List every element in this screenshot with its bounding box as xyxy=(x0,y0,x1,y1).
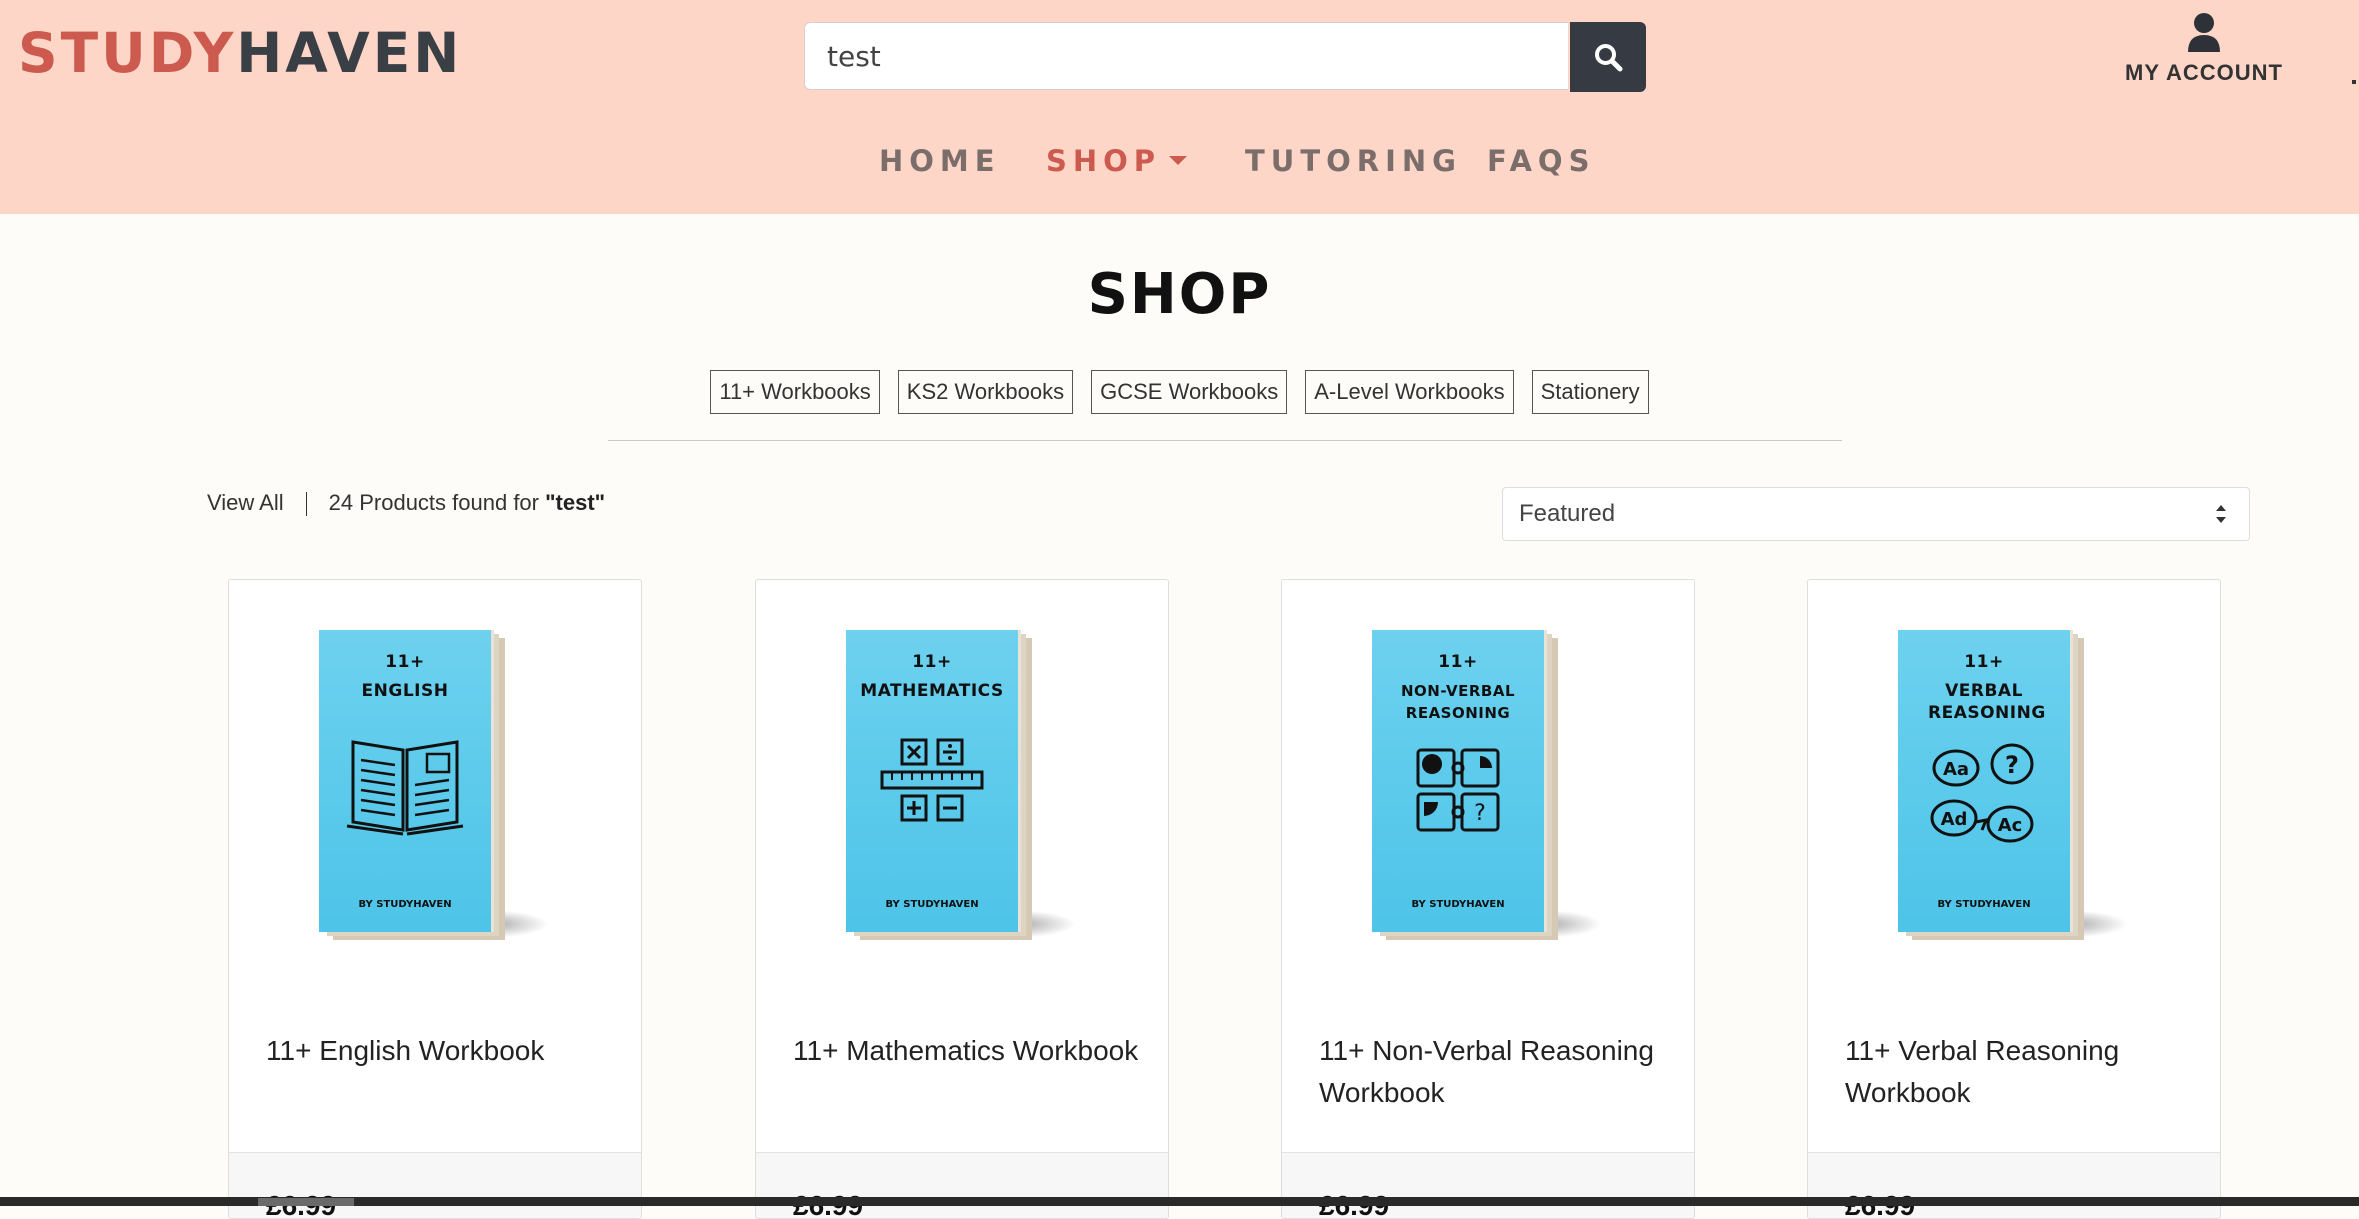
cover-by: BY STUDYHAVEN xyxy=(1411,899,1505,910)
logo-part-study: STUDY xyxy=(18,21,237,85)
cover-line2: MATHEMATICS xyxy=(860,681,1004,701)
svg-text:Ad: Ad xyxy=(1941,809,1968,830)
view-all-link[interactable]: View All xyxy=(207,490,284,515)
search-form xyxy=(804,22,1646,92)
product-image[interactable]: 11+ MATHEMATICS BY STUDYHAVEN xyxy=(756,630,1168,950)
book-cover: 11+ VERBAL REASONING Aa ? Ad Ac BY STUDY… xyxy=(1898,630,2070,932)
cover-line2: NON-VERBAL REASONING xyxy=(1401,682,1515,722)
svg-text:Ac: Ac xyxy=(1998,815,2023,836)
product-name[interactable]: 11+ English Workbook xyxy=(266,1030,616,1072)
nav-home[interactable]: HOME xyxy=(879,144,1001,178)
separator xyxy=(305,492,307,517)
category-filter-bar: 11+ Workbooks KS2 Workbooks GCSE Workboo… xyxy=(0,370,2359,414)
cover-by: BY STUDYHAVEN xyxy=(885,899,979,910)
category-gcse-workbooks[interactable]: GCSE Workbooks xyxy=(1091,370,1288,414)
svg-text:?: ? xyxy=(2005,751,2019,779)
math-symbols-icon xyxy=(880,738,984,822)
nav-shop[interactable]: SHOP xyxy=(1046,144,1188,178)
product-name[interactable]: 11+ Verbal Reasoning Workbook xyxy=(1845,1030,2195,1114)
results-query: "test" xyxy=(545,490,606,515)
product-card[interactable]: 11+ MATHEMATICS BY STUDYHAVEN 11+ Mathem… xyxy=(755,579,1169,1219)
category-ks2-workbooks[interactable]: KS2 Workbooks xyxy=(897,370,1074,414)
speech-bubbles-icon: Aa ? Ad Ac xyxy=(1930,743,2034,843)
book-cover: 11+ ENGLISH BY STUDYHAVEN xyxy=(319,630,491,932)
divider xyxy=(608,440,1842,441)
cut-off-icon xyxy=(2352,80,2356,84)
page-title: SHOP xyxy=(1087,262,1272,327)
product-image[interactable]: 11+ ENGLISH BY STUDYHAVEN xyxy=(229,630,641,950)
search-input[interactable] xyxy=(804,22,1568,90)
puzzle-pieces-icon: ? xyxy=(1416,748,1500,832)
search-button[interactable] xyxy=(1570,22,1646,92)
chevron-down-icon xyxy=(1169,155,1188,165)
product-card[interactable]: 11+ VERBAL REASONING Aa ? Ad Ac BY STUDY… xyxy=(1807,579,2221,1219)
cover-by: BY STUDYHAVEN xyxy=(1937,899,2031,910)
sort-select[interactable]: Featured xyxy=(1502,487,2250,541)
results-summary: View All 24 Products found for "test" xyxy=(207,490,606,517)
open-book-icon xyxy=(346,740,464,836)
nav-faqs[interactable]: FAQS xyxy=(1487,144,1595,178)
sort-selected-value: Featured xyxy=(1519,500,1616,527)
cover-line2: ENGLISH xyxy=(361,681,449,701)
product-name[interactable]: 11+ Mathematics Workbook xyxy=(793,1030,1143,1072)
product-image[interactable]: 11+ NON-VERBAL REASONING ? BY STUDYHAVEN xyxy=(1282,630,1694,950)
category-alevel-workbooks[interactable]: A-Level Workbooks xyxy=(1305,370,1514,414)
category-stationery[interactable]: Stationery xyxy=(1531,370,1649,414)
nav-tutoring[interactable]: TUTORING xyxy=(1245,144,1462,178)
cover-line1: 11+ xyxy=(385,652,425,672)
product-name[interactable]: 11+ Non-Verbal Reasoning Workbook xyxy=(1319,1030,1669,1114)
product-image[interactable]: 11+ VERBAL REASONING Aa ? Ad Ac BY STUDY… xyxy=(1808,630,2220,950)
site-logo[interactable]: STUDYHAVEN xyxy=(18,18,462,88)
category-11plus-workbooks[interactable]: 11+ Workbooks xyxy=(710,370,880,414)
svg-text:Aa: Aa xyxy=(1943,759,1969,780)
search-icon xyxy=(1595,44,1623,72)
nav-shop-label: SHOP xyxy=(1046,144,1162,178)
cover-line1: 11+ xyxy=(1964,652,2004,672)
product-card[interactable]: 11+ NON-VERBAL REASONING ? BY STUDYHAVEN… xyxy=(1281,579,1695,1219)
svg-text:?: ? xyxy=(1474,801,1486,826)
my-account-link[interactable]: MY ACCOUNT xyxy=(2124,12,2284,86)
cover-line2: VERBAL REASONING xyxy=(1928,681,2046,723)
main-nav: HOME SHOP TUTORING FAQS xyxy=(0,144,2359,184)
my-account-label: MY ACCOUNT xyxy=(2125,60,2283,85)
scrollbar-thumb[interactable] xyxy=(258,1198,354,1206)
results-count: 24 Products found for xyxy=(328,490,546,515)
product-card[interactable]: 11+ ENGLISH BY STUDYHAVEN 11+ English Wo… xyxy=(228,579,642,1219)
logo-part-haven: HAVEN xyxy=(236,21,463,85)
book-cover: 11+ NON-VERBAL REASONING ? BY STUDYHAVEN xyxy=(1372,630,1544,932)
cover-line1: 11+ xyxy=(912,652,952,672)
sort-arrows-icon xyxy=(2216,505,2226,523)
cover-line1: 11+ xyxy=(1438,652,1478,672)
user-icon xyxy=(2188,13,2220,52)
cover-by: BY STUDYHAVEN xyxy=(358,899,452,910)
site-header: STUDYHAVEN MY ACCOUNT HOME SHOP TUTORING… xyxy=(0,0,2359,214)
book-cover: 11+ MATHEMATICS BY STUDYHAVEN xyxy=(846,630,1018,932)
